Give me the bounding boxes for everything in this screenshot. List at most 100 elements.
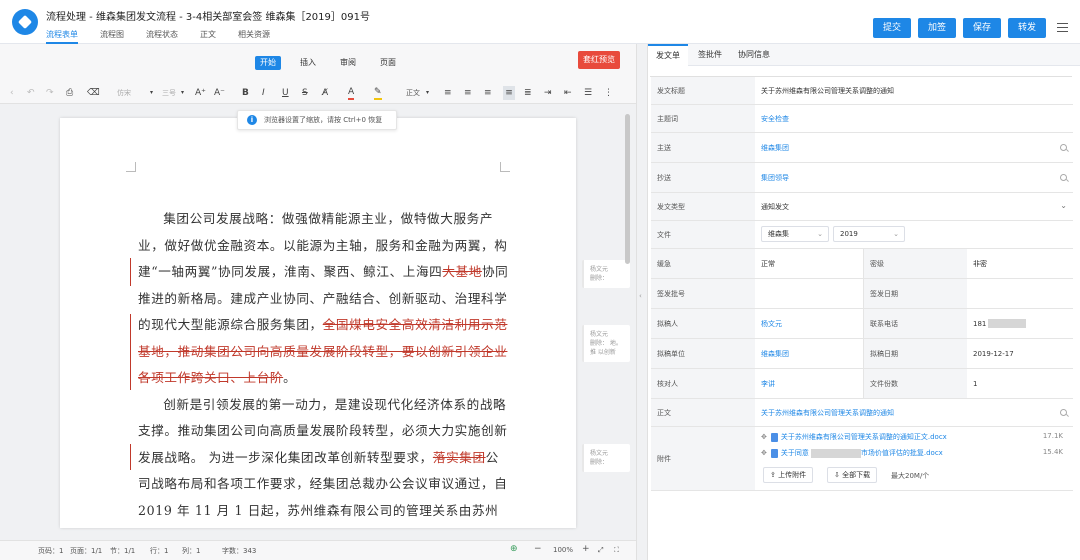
chevron-down-icon: ⌄ (893, 230, 899, 238)
attachment-item[interactable]: ✥ 关于同意 市场价值评估的批复.docx (761, 448, 943, 458)
copies-value[interactable]: 1 (967, 369, 977, 398)
search-icon[interactable] (1060, 409, 1067, 416)
tab-body-text[interactable]: 正文 (189, 28, 227, 43)
tab-related-resources[interactable]: 相关资源 (227, 28, 281, 43)
save-button[interactable]: 保存 (963, 18, 1001, 38)
redo-icon[interactable]: ↷ (46, 86, 54, 100)
secret-level-label: 密级 (863, 249, 967, 278)
document-body[interactable]: 集团公司发展战略：做强做精能源主业，做特做大服务产业，做好做优金融资本。以能源为… (138, 206, 510, 524)
chevron-down-icon[interactable]: ▾ (426, 86, 429, 100)
drafter-value[interactable]: 杨文元 (755, 309, 782, 338)
keyword-value[interactable]: 安全检查 (755, 105, 789, 132)
chevron-down-icon[interactable]: ▾ (150, 86, 153, 100)
font-shrink-icon[interactable]: A⁻ (214, 86, 225, 100)
align-left-icon[interactable]: ≡ (444, 86, 452, 100)
tab-form[interactable]: 流程表单 (46, 28, 89, 44)
bullet-list-icon[interactable]: ☰ (584, 86, 592, 100)
italic-icon[interactable]: I (262, 86, 265, 100)
doc-number-prefix-select[interactable]: 维森集 ⌄ (761, 226, 829, 242)
fullscreen-icon[interactable]: ⛶ (614, 546, 619, 555)
ribbon-tab-insert[interactable]: 插入 (295, 56, 321, 70)
revision-comment[interactable]: 杨文元 删除： (582, 260, 630, 288)
align-right-icon[interactable]: ≡ (484, 86, 492, 100)
doc-type-select[interactable]: 通知发文 (755, 193, 789, 220)
chevron-down-icon[interactable]: ⌄ (1060, 201, 1067, 210)
strikethrough-icon[interactable]: S (302, 86, 308, 100)
eraser-icon[interactable]: ⌫ (87, 86, 100, 100)
underline-icon[interactable]: U (282, 86, 289, 100)
header-tabs: 流程表单 流程图 流程状态 正文 相关资源 (46, 28, 281, 44)
revision-comment[interactable]: 杨文元 删除： (582, 444, 630, 472)
bold-icon[interactable]: B (242, 86, 249, 100)
search-icon[interactable] (1060, 174, 1067, 181)
editor-vertical-scrollbar[interactable] (624, 110, 632, 550)
drag-handle-icon[interactable]: ✥ (761, 433, 767, 441)
clear-format-icon[interactable]: A̸ (322, 86, 328, 100)
align-justify-icon[interactable]: ≡ (503, 86, 515, 100)
font-color-icon[interactable]: A (348, 86, 355, 100)
add-signer-button[interactable]: 加签 (918, 18, 956, 38)
urgency-value[interactable]: 正常 (755, 249, 775, 278)
forward-button[interactable]: 转发 (1008, 18, 1046, 38)
ribbon-tab-page[interactable]: 页面 (375, 56, 401, 70)
attachment-name: 关于同意 (780, 449, 809, 457)
contact-phone-value[interactable]: 181 (967, 309, 1027, 338)
attachment-item[interactable]: ✥ 关于苏州维森有限公司管理关系调整的通知正文.docx (761, 432, 947, 442)
ribbon-tab-home[interactable]: 开始 (255, 56, 281, 70)
menu-icon[interactable] (1057, 23, 1068, 32)
zoom-out-icon[interactable]: − (534, 544, 542, 554)
panel-tab-dispatch-form[interactable]: 发文单 (648, 44, 688, 66)
fit-page-icon[interactable]: ⤢ (598, 546, 604, 555)
font-grow-icon[interactable]: A⁺ (195, 86, 206, 100)
form-row: 主题词 安全检查 (651, 105, 1073, 133)
indent-icon[interactable]: ⇥ (544, 86, 552, 100)
copy-send-value[interactable]: 集团领导 (755, 163, 789, 192)
document-page[interactable]: 集团公司发展战略：做强做精能源主业，做特做大服务产业，做好做优金融资本。以能源为… (60, 118, 576, 528)
submit-button[interactable]: 提交 (873, 18, 911, 38)
zoom-in-icon[interactable]: + (582, 544, 590, 554)
align-center-icon[interactable]: ≡ (464, 86, 472, 100)
draft-dept-value[interactable]: 维森集团 (755, 339, 789, 368)
ribbon-tab-review[interactable]: 审阅 (335, 56, 361, 70)
spellcheck-icon[interactable]: ⊕ (510, 544, 518, 554)
chevron-down-icon[interactable]: ▾ (181, 86, 184, 100)
search-icon[interactable] (1060, 144, 1067, 151)
comment-author: 杨文元 (590, 331, 609, 338)
paragraph-style-select[interactable]: 正文 (406, 86, 420, 100)
panel-tab-signed-docs[interactable]: 签批件 (690, 44, 730, 66)
more-icon[interactable]: ⋮ (604, 86, 613, 100)
print-icon[interactable]: ⎙ (66, 86, 73, 100)
revision-comment[interactable]: 杨文元 删除： 地。推 以创新 (582, 325, 630, 362)
distributed-align-icon[interactable]: ≣ (524, 86, 532, 100)
document-paragraph[interactable]: 创新是引领发展的第一动力，是建设现代化经济体系的战略支撑。推动集团公司向高质量发… (138, 392, 510, 525)
tab-flow-status[interactable]: 流程状态 (135, 28, 189, 43)
upload-icon: ⇪ (770, 471, 779, 479)
font-size-select[interactable]: 三号 (162, 86, 176, 100)
back-icon[interactable]: ‹ (10, 86, 14, 100)
download-all-button[interactable]: ⇩ 全部下载 (827, 467, 878, 483)
highlight-icon[interactable]: ✎ (374, 86, 382, 100)
document-paragraph[interactable]: 集团公司发展战略：做强做精能源主业，做特做大服务产业，做好做优金融资本。以能源为… (138, 206, 510, 392)
secret-level-value[interactable]: 非密 (967, 249, 987, 278)
panel-tab-collab-info[interactable]: 协同信息 (730, 44, 778, 66)
doc-number-year-select[interactable]: 2019 ⌄ (833, 226, 905, 242)
subject-value[interactable]: 关于苏州维森有限公司管理关系调整的通知 (755, 77, 894, 104)
font-family-select[interactable]: 仿宋 (117, 86, 131, 100)
checker-value[interactable]: 李讲 (755, 369, 775, 398)
draft-date-value[interactable]: 2019-12-17 (967, 339, 1014, 368)
status-bar: 页码：1 页面：1/1 节：1/1 行：1 列：1 字数：343 ⊕ − 100… (0, 540, 636, 560)
drag-handle-icon[interactable]: ✥ (761, 449, 767, 457)
panel-splitter[interactable]: ‹ (636, 44, 648, 560)
doc-type-label: 发文类型 (651, 193, 755, 220)
main-send-value[interactable]: 维森集团 (755, 133, 789, 162)
format-toolbar: ‹ ↶ ↷ ⎙ ⌫ 仿宋 ▾ 三号 ▾ A⁺ A⁻ B I U S A̸ A ✎… (0, 82, 636, 104)
red-header-preview-button[interactable]: 套红预览 (578, 51, 620, 69)
undo-icon[interactable]: ↶ (27, 86, 35, 100)
upload-attachment-button[interactable]: ⇪ 上传附件 (763, 467, 814, 483)
page-title: 流程处理 - 维森集团发文流程 - 3-4相关部室会签 维森集［2019］091… (46, 12, 370, 23)
tab-flowchart[interactable]: 流程图 (89, 28, 135, 43)
body-document-link[interactable]: 关于苏州维森有限公司管理关系调整的通知 (755, 399, 894, 426)
chevron-down-icon: ⌄ (817, 230, 823, 238)
outdent-icon[interactable]: ⇤ (564, 86, 572, 100)
collapse-arrow-icon[interactable]: ‹ (639, 292, 642, 300)
